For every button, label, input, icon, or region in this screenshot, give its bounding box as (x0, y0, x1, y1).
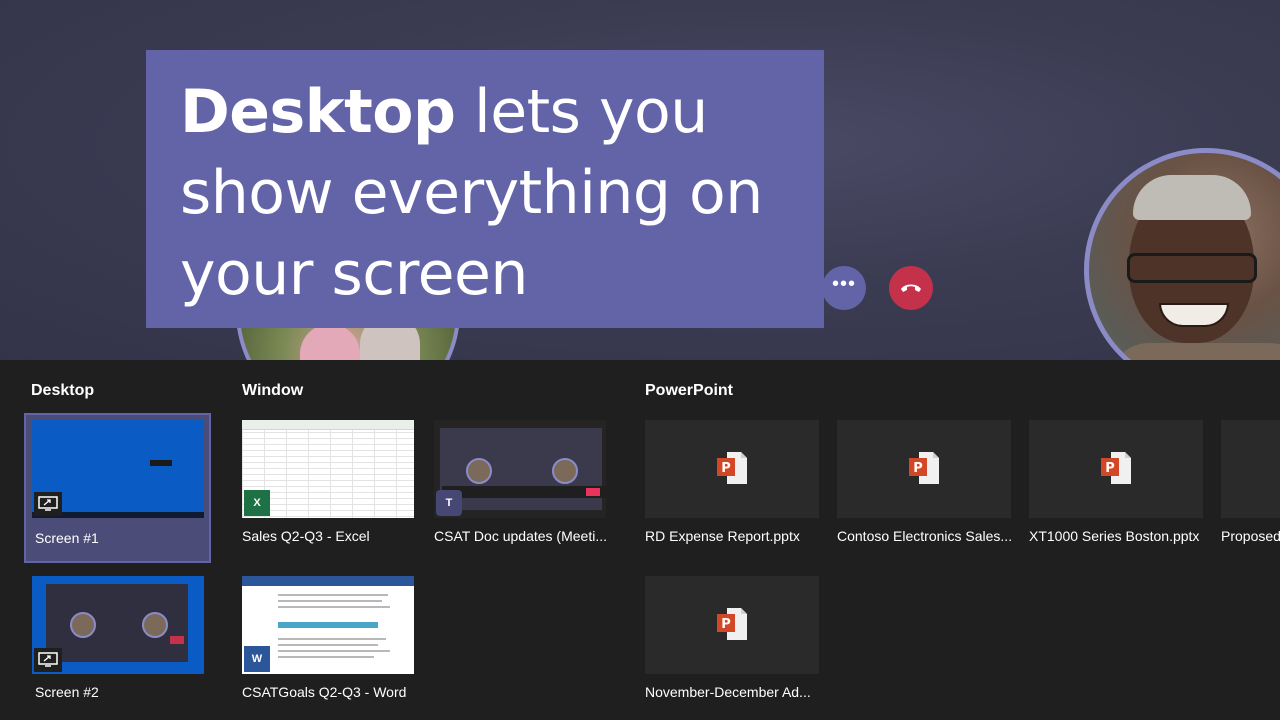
tile-label: Screen #1 (35, 530, 99, 546)
pptx-thumbnail: P (837, 420, 1011, 518)
section-title-window: Window (242, 382, 304, 399)
tile-label: November-December Ad... (645, 684, 811, 700)
tip-bold-word: Desktop (180, 77, 456, 147)
svg-text:P: P (721, 461, 731, 476)
share-tile-pptx-1[interactable]: P RD Expense Report.pptx (645, 420, 825, 560)
tile-label: CSATGoals Q2-Q3 - Word (242, 684, 407, 700)
tip-callout: Desktop lets you show everything on your… (146, 50, 824, 328)
powerpoint-file-icon: P (1101, 452, 1131, 484)
powerpoint-file-icon: P (717, 608, 747, 640)
share-tile-pptx-2[interactable]: P Contoso Electronics Sales... (837, 420, 1017, 560)
word-icon: W (244, 646, 270, 672)
more-icon: ••• (831, 273, 856, 295)
tile-label: CSAT Doc updates (Meeti... (434, 528, 607, 544)
share-tile-pptx-5[interactable]: P November-December Ad... (645, 576, 825, 706)
window-thumbnail: X (242, 420, 414, 518)
participant-video-right (1084, 148, 1280, 360)
excel-icon: X (244, 490, 270, 516)
share-tile-word-window[interactable]: W CSATGoals Q2-Q3 - Word (242, 576, 422, 706)
section-title-powerpoint: PowerPoint (645, 382, 734, 399)
pptx-thumbnail (1221, 420, 1280, 518)
tile-label: XT1000 Series Boston.pptx (1029, 528, 1200, 544)
tile-label: Sales Q2-Q3 - Excel (242, 528, 370, 544)
tile-label: Proposed (1221, 528, 1280, 544)
share-tile-screen-1[interactable]: Screen #1 (32, 420, 212, 560)
svg-text:P: P (1105, 461, 1115, 476)
tile-label: Contoso Electronics Sales... (837, 528, 1013, 544)
tip-line-2: show everything on (180, 158, 763, 228)
hang-up-icon (901, 284, 921, 292)
svg-text:P: P (913, 461, 923, 476)
monitor-share-icon (34, 492, 62, 516)
share-tile-pptx-4[interactable]: Proposed (1221, 420, 1280, 560)
window-thumbnail: W (242, 576, 414, 674)
pptx-thumbnail: P (645, 576, 819, 674)
screen-thumbnail (32, 420, 204, 518)
tile-label: RD Expense Report.pptx (645, 528, 800, 544)
hang-up-button[interactable] (889, 266, 933, 310)
meeting-stage: Desktop lets you show everything on your… (0, 0, 1280, 360)
powerpoint-file-icon: P (909, 452, 939, 484)
tip-line-1: Desktop lets you (180, 72, 790, 153)
share-tile-screen-2[interactable]: Screen #2 (32, 576, 212, 706)
window-thumbnail: T (434, 420, 606, 518)
monitor-share-icon (34, 648, 62, 672)
tip-line-3: your screen (180, 239, 528, 309)
share-tile-teams-window[interactable]: T CSAT Doc updates (Meeti... (434, 420, 614, 560)
section-title-desktop: Desktop (31, 382, 95, 399)
svg-text:P: P (721, 617, 731, 632)
more-options-button[interactable]: ••• (822, 266, 866, 310)
screen-thumbnail (32, 576, 204, 674)
pptx-thumbnail: P (645, 420, 819, 518)
pptx-thumbnail: P (1029, 420, 1203, 518)
share-tile-excel-window[interactable]: X Sales Q2-Q3 - Excel (242, 420, 422, 560)
share-tile-pptx-3[interactable]: P XT1000 Series Boston.pptx (1029, 420, 1209, 560)
tile-label: Screen #2 (35, 684, 99, 700)
teams-icon: T (436, 490, 462, 516)
powerpoint-file-icon: P (717, 452, 747, 484)
tip-line-1-rest: lets you (455, 77, 708, 147)
